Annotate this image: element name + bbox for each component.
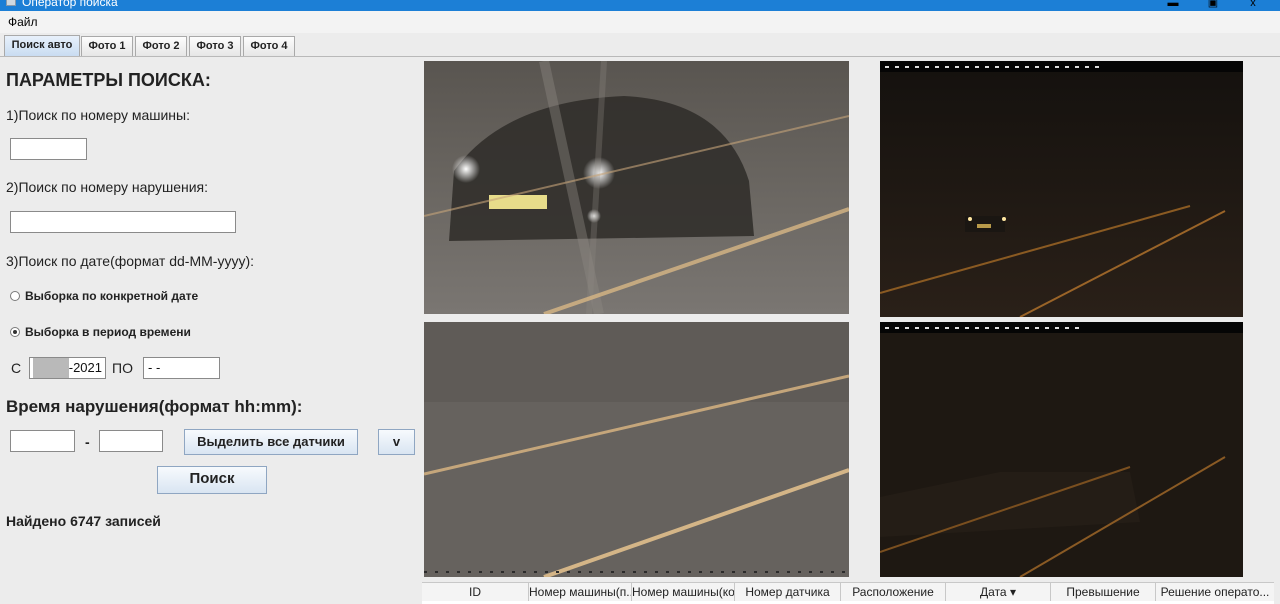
time-to-input[interactable] bbox=[99, 430, 163, 452]
radio-period[interactable] bbox=[10, 327, 20, 337]
select-all-sensors-button[interactable]: Выделить все датчики bbox=[184, 429, 358, 455]
radio-specific-date[interactable] bbox=[10, 291, 20, 301]
tab-search-auto[interactable]: Поиск авто bbox=[4, 35, 80, 56]
result-count: Найдено 6747 записей bbox=[6, 513, 161, 529]
search-panel: ПАРАМЕТРЫ ПОИСКА: 1)Поиск по номеру маши… bbox=[0, 58, 420, 604]
title-bar: Оператор поиска ▬ ▣ x bbox=[0, 0, 1280, 11]
col-plate-back[interactable]: Номер машины(ко... bbox=[632, 583, 735, 601]
col-excess[interactable]: Превышение bbox=[1051, 583, 1156, 601]
radio-period-label: Выборка в период времени bbox=[25, 325, 191, 339]
col-plate-front[interactable]: Номер машины(п... bbox=[529, 583, 632, 601]
tab-strip: Поиск авто Фото 1 Фото 2 Фото 3 Фото 4 bbox=[0, 33, 1280, 57]
to-date-input[interactable]: - - bbox=[143, 357, 220, 379]
tab-photo-3[interactable]: Фото 3 bbox=[189, 36, 241, 56]
photo-4-image bbox=[880, 322, 1243, 577]
time-from-input[interactable] bbox=[10, 430, 75, 452]
menu-file[interactable]: Файл bbox=[8, 15, 38, 29]
results-table-header: ID Номер машины(п... Номер машины(ко... … bbox=[422, 582, 1274, 604]
tab-photo-2[interactable]: Фото 2 bbox=[135, 36, 187, 56]
photo-1-image bbox=[424, 61, 849, 314]
tab-photo-4[interactable]: Фото 4 bbox=[243, 36, 295, 56]
plate-search-label: 1)Поиск по номеру машины: bbox=[6, 107, 190, 123]
violation-input[interactable] bbox=[10, 211, 236, 233]
col-sensor-number[interactable]: Номер датчика bbox=[735, 583, 841, 601]
from-date-value: -2021 bbox=[68, 360, 102, 375]
window-title: Оператор поиска bbox=[22, 0, 118, 9]
photo-3-image bbox=[424, 322, 849, 577]
col-location[interactable]: Расположение bbox=[841, 583, 946, 601]
redacted-block bbox=[33, 358, 69, 378]
close-button[interactable]: x bbox=[1238, 0, 1268, 11]
time-heading: Время нарушения(формат hh:mm): bbox=[6, 397, 303, 416]
col-operator-decision[interactable]: Решение операто... bbox=[1156, 583, 1274, 601]
minimize-button[interactable]: ▬ bbox=[1158, 0, 1188, 11]
photo-2-image bbox=[880, 61, 1243, 317]
from-date-input[interactable]: -2021 bbox=[29, 357, 106, 379]
time-dash: - bbox=[85, 434, 90, 450]
app-icon bbox=[6, 0, 16, 6]
col-id[interactable]: ID bbox=[422, 583, 529, 601]
menu-bar: Файл bbox=[0, 11, 1280, 33]
photo-3 bbox=[424, 322, 849, 577]
to-label: ПО bbox=[112, 360, 133, 376]
plate-input[interactable] bbox=[10, 138, 87, 160]
search-button[interactable]: Поиск bbox=[157, 466, 267, 494]
col-date[interactable]: Дата ▾ bbox=[946, 583, 1051, 601]
maximize-button[interactable]: ▣ bbox=[1198, 0, 1228, 11]
violation-search-label: 2)Поиск по номеру нарушения: bbox=[6, 179, 209, 195]
tab-photo-1[interactable]: Фото 1 bbox=[81, 36, 133, 56]
photo-1 bbox=[424, 61, 849, 314]
date-search-label: 3)Поиск по дате(формат dd-MM-yyyy): bbox=[6, 253, 255, 269]
from-label: С bbox=[11, 360, 22, 376]
photo-4 bbox=[880, 322, 1243, 577]
search-heading: ПАРАМЕТРЫ ПОИСКА: bbox=[6, 70, 211, 90]
radio-specific-date-label: Выборка по конкретной дате bbox=[25, 289, 199, 303]
photo-2 bbox=[880, 61, 1243, 317]
sensors-dropdown-button[interactable]: v bbox=[378, 429, 415, 455]
